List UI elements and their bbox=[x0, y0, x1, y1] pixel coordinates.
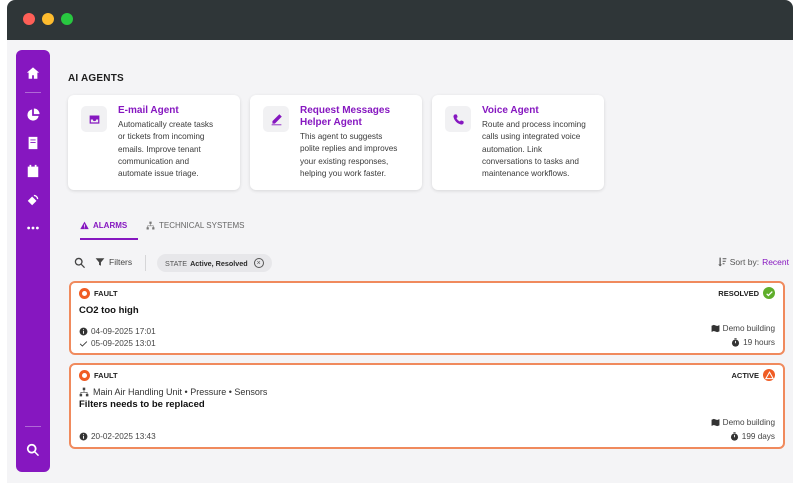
voice-agent-card[interactable]: Voice Agent Route and process incoming c… bbox=[432, 95, 604, 190]
alarm-card[interactable]: FAULT ACTIVE Main Air Handling Unit • Pr… bbox=[69, 363, 785, 449]
building-name: Demo building bbox=[711, 418, 775, 427]
info-icon bbox=[79, 432, 88, 441]
more-icon[interactable] bbox=[24, 219, 42, 237]
info-icon bbox=[79, 327, 88, 336]
fault-badge: FAULT bbox=[79, 288, 118, 299]
sort-icon bbox=[718, 257, 727, 267]
check-icon bbox=[79, 341, 88, 347]
status-badge: ACTIVE bbox=[731, 369, 775, 381]
agent-description: Route and process incoming calls using i… bbox=[482, 120, 586, 179]
warning-icon bbox=[80, 221, 89, 230]
search-icon[interactable] bbox=[73, 256, 87, 270]
app-window: AI AGENTS E-mail Agent Automatically cre… bbox=[7, 0, 793, 483]
filter-divider bbox=[145, 255, 146, 271]
sort-label: Sort by: bbox=[729, 257, 760, 267]
agent-name: E-mail Agent bbox=[118, 105, 179, 116]
check-circle-icon bbox=[763, 287, 775, 299]
filter-bar: Filters STATE Active, Resolved × Sort by… bbox=[73, 252, 791, 274]
tab-alarms[interactable]: ALARMS bbox=[80, 221, 127, 230]
chip-key: STATE bbox=[165, 258, 188, 268]
minimize-window-button[interactable] bbox=[42, 13, 54, 25]
alarm-title: CO2 too high bbox=[79, 305, 139, 316]
filters-button[interactable]: Filters bbox=[95, 257, 132, 267]
hierarchy-icon bbox=[79, 387, 89, 397]
agent-description: Automatically create tasks or tickets fr… bbox=[118, 120, 214, 179]
pie-chart-icon[interactable] bbox=[24, 106, 42, 124]
tab-technical-systems[interactable]: TECHNICAL SYSTEMS bbox=[146, 221, 245, 230]
fault-badge: FAULT bbox=[79, 370, 118, 381]
sensor-icon[interactable] bbox=[24, 191, 42, 209]
hierarchy-icon bbox=[146, 221, 155, 230]
filters-label: Filters bbox=[109, 257, 133, 267]
active-tab-indicator bbox=[80, 238, 138, 240]
agent-name: Request Messages Helper Agent bbox=[300, 105, 391, 128]
map-icon bbox=[711, 324, 720, 333]
sidebar-divider bbox=[25, 92, 41, 93]
map-icon bbox=[711, 418, 720, 427]
filter-icon bbox=[95, 258, 105, 266]
fault-icon bbox=[79, 288, 90, 299]
created-time: 20-02-2025 13:43 bbox=[79, 432, 156, 441]
timer-icon bbox=[730, 432, 738, 441]
timer-icon bbox=[732, 338, 740, 347]
agent-description: This agent to suggests polite replies an… bbox=[300, 132, 398, 178]
phone-icon bbox=[445, 106, 471, 132]
tab-label: TECHNICAL SYSTEMS bbox=[159, 221, 245, 230]
duration: 199 days bbox=[730, 432, 775, 441]
sidebar bbox=[16, 50, 50, 472]
pencil-icon bbox=[263, 106, 289, 132]
duration: 19 hours bbox=[731, 338, 775, 347]
agent-name: Voice Agent bbox=[482, 105, 539, 116]
warning-icon bbox=[763, 369, 775, 381]
request-messages-agent-card[interactable]: Request Messages Helper Agent This agent… bbox=[250, 95, 422, 190]
sort-button[interactable]: Sort by: Recent bbox=[717, 257, 789, 267]
close-icon[interactable]: × bbox=[253, 258, 264, 268]
created-time: 04-09-2025 17:01 bbox=[79, 327, 156, 336]
chip-value: Active, Resolved bbox=[190, 258, 248, 268]
close-window-button[interactable] bbox=[23, 13, 35, 25]
alarm-title: Filters needs to be replaced bbox=[79, 399, 205, 410]
calendar-icon[interactable] bbox=[24, 162, 42, 180]
resolved-time: 05-09-2025 13:01 bbox=[79, 339, 156, 348]
maximize-window-button[interactable] bbox=[61, 13, 73, 25]
home-icon[interactable] bbox=[24, 64, 42, 82]
section-title: AI AGENTS bbox=[68, 73, 124, 84]
alarm-path: Main Air Handling Unit • Pressure • Sens… bbox=[79, 387, 267, 397]
sort-value: Recent bbox=[762, 257, 789, 267]
tab-bar: ALARMS TECHNICAL SYSTEMS bbox=[73, 218, 773, 240]
book-icon[interactable] bbox=[24, 134, 42, 152]
email-agent-card[interactable]: E-mail Agent Automatically create tasks … bbox=[68, 95, 240, 190]
inbox-icon bbox=[81, 106, 107, 132]
main-content: AI AGENTS E-mail Agent Automatically cre… bbox=[61, 40, 793, 483]
state-filter-chip[interactable]: STATE Active, Resolved × bbox=[157, 254, 272, 272]
alarm-card[interactable]: FAULT RESOLVED CO2 too high 04-09-2025 1… bbox=[69, 281, 785, 355]
search-icon[interactable] bbox=[24, 441, 42, 459]
building-name: Demo building bbox=[711, 324, 775, 333]
status-badge: RESOLVED bbox=[718, 287, 775, 299]
tab-label: ALARMS bbox=[93, 221, 128, 230]
fault-icon bbox=[79, 370, 90, 381]
sidebar-divider bbox=[25, 426, 41, 427]
title-bar bbox=[7, 0, 793, 40]
